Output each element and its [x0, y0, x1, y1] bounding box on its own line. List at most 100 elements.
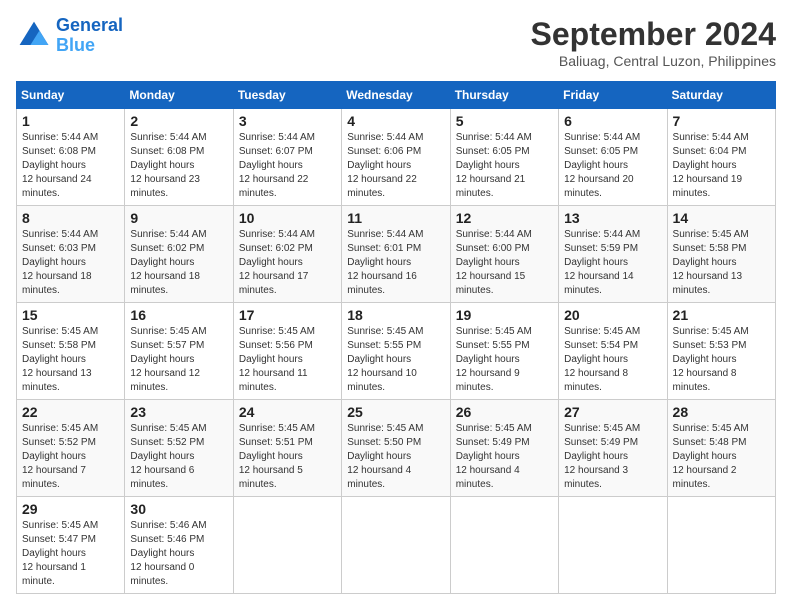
month-title: September 2024	[531, 16, 776, 53]
col-sunday: Sunday	[17, 82, 125, 109]
table-row: 18 Sunrise: 5:45 AMSunset: 5:55 PMDaylig…	[342, 303, 450, 400]
day-number: 22	[22, 404, 119, 420]
table-row: 10 Sunrise: 5:44 AMSunset: 6:02 PMDaylig…	[233, 206, 341, 303]
day-number: 7	[673, 113, 770, 129]
table-row	[450, 497, 558, 594]
day-info: Sunrise: 5:45 AMSunset: 5:53 PMDaylight …	[673, 326, 749, 393]
day-number: 11	[347, 210, 444, 226]
day-info: Sunrise: 5:44 AMSunset: 6:04 PMDaylight …	[673, 132, 749, 199]
day-number: 25	[347, 404, 444, 420]
day-number: 3	[239, 113, 336, 129]
table-row: 6 Sunrise: 5:44 AMSunset: 6:05 PMDayligh…	[559, 109, 667, 206]
day-number: 10	[239, 210, 336, 226]
day-number: 30	[130, 501, 227, 517]
day-info: Sunrise: 5:44 AMSunset: 6:01 PMDaylight …	[347, 229, 423, 296]
col-friday: Friday	[559, 82, 667, 109]
day-info: Sunrise: 5:44 AMSunset: 6:03 PMDaylight …	[22, 229, 98, 296]
logo-text: General Blue	[56, 16, 123, 56]
day-number: 9	[130, 210, 227, 226]
day-number: 28	[673, 404, 770, 420]
day-number: 21	[673, 307, 770, 323]
header-row: Sunday Monday Tuesday Wednesday Thursday…	[17, 82, 776, 109]
day-number: 1	[22, 113, 119, 129]
table-row: 22 Sunrise: 5:45 AMSunset: 5:52 PMDaylig…	[17, 400, 125, 497]
logo: General Blue	[16, 16, 123, 56]
table-row	[342, 497, 450, 594]
title-block: September 2024 Baliuag, Central Luzon, P…	[531, 16, 776, 69]
day-number: 15	[22, 307, 119, 323]
day-number: 13	[564, 210, 661, 226]
table-row	[233, 497, 341, 594]
day-info: Sunrise: 5:45 AMSunset: 5:56 PMDaylight …	[239, 326, 315, 393]
day-info: Sunrise: 5:45 AMSunset: 5:51 PMDaylight …	[239, 423, 315, 490]
col-thursday: Thursday	[450, 82, 558, 109]
col-monday: Monday	[125, 82, 233, 109]
table-row: 11 Sunrise: 5:44 AMSunset: 6:01 PMDaylig…	[342, 206, 450, 303]
day-info: Sunrise: 5:44 AMSunset: 6:02 PMDaylight …	[239, 229, 315, 296]
day-info: Sunrise: 5:45 AMSunset: 5:47 PMDaylight …	[22, 520, 98, 587]
table-row: 17 Sunrise: 5:45 AMSunset: 5:56 PMDaylig…	[233, 303, 341, 400]
table-row: 4 Sunrise: 5:44 AMSunset: 6:06 PMDayligh…	[342, 109, 450, 206]
day-number: 20	[564, 307, 661, 323]
table-row: 14 Sunrise: 5:45 AMSunset: 5:58 PMDaylig…	[667, 206, 775, 303]
day-info: Sunrise: 5:44 AMSunset: 6:00 PMDaylight …	[456, 229, 532, 296]
table-row: 12 Sunrise: 5:44 AMSunset: 6:00 PMDaylig…	[450, 206, 558, 303]
table-row: 21 Sunrise: 5:45 AMSunset: 5:53 PMDaylig…	[667, 303, 775, 400]
table-row: 1 Sunrise: 5:44 AMSunset: 6:08 PMDayligh…	[17, 109, 125, 206]
day-number: 5	[456, 113, 553, 129]
day-info: Sunrise: 5:44 AMSunset: 6:02 PMDaylight …	[130, 229, 206, 296]
day-info: Sunrise: 5:45 AMSunset: 5:55 PMDaylight …	[347, 326, 423, 393]
day-number: 4	[347, 113, 444, 129]
location: Baliuag, Central Luzon, Philippines	[531, 53, 776, 69]
day-info: Sunrise: 5:45 AMSunset: 5:49 PMDaylight …	[456, 423, 532, 490]
table-row: 20 Sunrise: 5:45 AMSunset: 5:54 PMDaylig…	[559, 303, 667, 400]
table-row: 7 Sunrise: 5:44 AMSunset: 6:04 PMDayligh…	[667, 109, 775, 206]
table-row: 13 Sunrise: 5:44 AMSunset: 5:59 PMDaylig…	[559, 206, 667, 303]
day-info: Sunrise: 5:45 AMSunset: 5:57 PMDaylight …	[130, 326, 206, 393]
table-row: 5 Sunrise: 5:44 AMSunset: 6:05 PMDayligh…	[450, 109, 558, 206]
table-row: 24 Sunrise: 5:45 AMSunset: 5:51 PMDaylig…	[233, 400, 341, 497]
day-info: Sunrise: 5:45 AMSunset: 5:52 PMDaylight …	[22, 423, 98, 490]
calendar-week-row: 8 Sunrise: 5:44 AMSunset: 6:03 PMDayligh…	[17, 206, 776, 303]
day-info: Sunrise: 5:45 AMSunset: 5:50 PMDaylight …	[347, 423, 423, 490]
day-info: Sunrise: 5:44 AMSunset: 6:07 PMDaylight …	[239, 132, 315, 199]
table-row: 27 Sunrise: 5:45 AMSunset: 5:49 PMDaylig…	[559, 400, 667, 497]
day-info: Sunrise: 5:45 AMSunset: 5:58 PMDaylight …	[673, 229, 749, 296]
table-row	[667, 497, 775, 594]
day-info: Sunrise: 5:44 AMSunset: 5:59 PMDaylight …	[564, 229, 640, 296]
calendar-week-row: 22 Sunrise: 5:45 AMSunset: 5:52 PMDaylig…	[17, 400, 776, 497]
day-info: Sunrise: 5:44 AMSunset: 6:06 PMDaylight …	[347, 132, 423, 199]
day-number: 23	[130, 404, 227, 420]
table-row: 16 Sunrise: 5:45 AMSunset: 5:57 PMDaylig…	[125, 303, 233, 400]
day-info: Sunrise: 5:45 AMSunset: 5:52 PMDaylight …	[130, 423, 206, 490]
col-saturday: Saturday	[667, 82, 775, 109]
table-row: 25 Sunrise: 5:45 AMSunset: 5:50 PMDaylig…	[342, 400, 450, 497]
table-row	[559, 497, 667, 594]
table-row: 9 Sunrise: 5:44 AMSunset: 6:02 PMDayligh…	[125, 206, 233, 303]
table-row: 8 Sunrise: 5:44 AMSunset: 6:03 PMDayligh…	[17, 206, 125, 303]
table-row: 26 Sunrise: 5:45 AMSunset: 5:49 PMDaylig…	[450, 400, 558, 497]
day-info: Sunrise: 5:44 AMSunset: 6:08 PMDaylight …	[22, 132, 98, 199]
table-row: 15 Sunrise: 5:45 AMSunset: 5:58 PMDaylig…	[17, 303, 125, 400]
day-info: Sunrise: 5:44 AMSunset: 6:05 PMDaylight …	[564, 132, 640, 199]
day-number: 19	[456, 307, 553, 323]
day-number: 14	[673, 210, 770, 226]
table-row: 3 Sunrise: 5:44 AMSunset: 6:07 PMDayligh…	[233, 109, 341, 206]
day-info: Sunrise: 5:44 AMSunset: 6:08 PMDaylight …	[130, 132, 206, 199]
table-row: 23 Sunrise: 5:45 AMSunset: 5:52 PMDaylig…	[125, 400, 233, 497]
table-row: 29 Sunrise: 5:45 AMSunset: 5:47 PMDaylig…	[17, 497, 125, 594]
calendar-week-row: 29 Sunrise: 5:45 AMSunset: 5:47 PMDaylig…	[17, 497, 776, 594]
day-info: Sunrise: 5:45 AMSunset: 5:54 PMDaylight …	[564, 326, 640, 393]
day-number: 29	[22, 501, 119, 517]
logo-icon	[16, 18, 52, 54]
col-tuesday: Tuesday	[233, 82, 341, 109]
day-info: Sunrise: 5:45 AMSunset: 5:58 PMDaylight …	[22, 326, 98, 393]
day-number: 18	[347, 307, 444, 323]
calendar-week-row: 15 Sunrise: 5:45 AMSunset: 5:58 PMDaylig…	[17, 303, 776, 400]
day-number: 2	[130, 113, 227, 129]
day-number: 12	[456, 210, 553, 226]
col-wednesday: Wednesday	[342, 82, 450, 109]
day-number: 27	[564, 404, 661, 420]
table-row: 2 Sunrise: 5:44 AMSunset: 6:08 PMDayligh…	[125, 109, 233, 206]
day-number: 6	[564, 113, 661, 129]
